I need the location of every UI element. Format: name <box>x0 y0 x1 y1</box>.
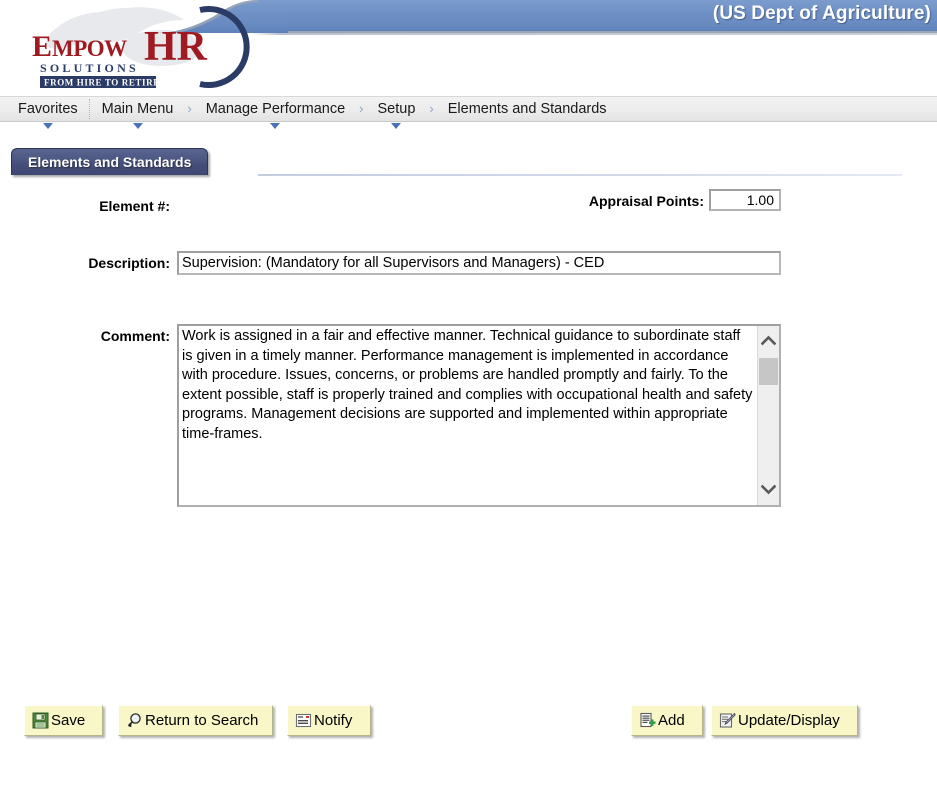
breadcrumb-label: Manage Performance <box>205 101 346 117</box>
chevron-down-icon <box>42 123 53 129</box>
tab-bar: Elements and Standards <box>0 148 937 180</box>
elements-and-standards-form: Element #: Appraisal Points: Description… <box>0 180 937 507</box>
save-button-label: Save <box>51 712 86 729</box>
scroll-up-icon[interactable] <box>758 330 779 350</box>
scroll-down-icon[interactable] <box>758 479 779 499</box>
page-content: Elements and Standards Element #: Apprai… <box>0 148 937 796</box>
empowhr-logo: E MPOW HR SOLUTIONS FROM HIRE TO RETIRE <box>22 2 254 92</box>
update-display-button-label: Update/Display <box>738 712 840 729</box>
breadcrumb-item-setup[interactable]: Setup <box>366 97 428 129</box>
element-number-label: Element #: <box>99 198 170 214</box>
update-display-button[interactable]: Update/Display <box>711 705 858 736</box>
tab-elements-and-standards[interactable]: Elements and Standards <box>11 148 209 175</box>
scroll-thumb[interactable] <box>759 358 778 385</box>
agency-title: (US Dept of Agriculture) <box>712 3 931 24</box>
comment-scrollbar[interactable] <box>757 326 779 505</box>
document-plus-icon <box>639 712 656 729</box>
description-label: Description: <box>88 255 170 271</box>
breadcrumb-separator-icon: › <box>359 101 364 116</box>
breadcrumb: Favorites Main Menu › Manage Performance… <box>0 96 937 129</box>
chevron-down-icon <box>132 123 143 129</box>
page-header: (US Dept of Agriculture) E MPOW HR SOLUT… <box>0 0 937 96</box>
pencil-document-icon <box>719 712 736 729</box>
svg-text:FROM HIRE TO RETIRE: FROM HIRE TO RETIRE <box>44 78 160 88</box>
notify-button-label: Notify <box>314 712 353 729</box>
breadcrumb-label: Setup <box>377 101 416 117</box>
add-button[interactable]: Add <box>631 705 703 736</box>
return-to-search-button-label: Return to Search <box>145 712 259 729</box>
comment-field-wrapper: Work is assigned in a fair and effective… <box>177 324 781 507</box>
svg-text:MPOW: MPOW <box>52 36 127 61</box>
breadcrumb-label: Favorites <box>18 101 78 117</box>
chevron-down-icon <box>391 123 402 129</box>
breadcrumb-separator-icon: › <box>429 101 434 116</box>
breadcrumb-separator-icon: › <box>187 101 192 116</box>
envelope-note-icon <box>295 712 312 729</box>
breadcrumb-item-favorites[interactable]: Favorites <box>6 97 90 129</box>
appraisal-points-input[interactable] <box>709 189 781 211</box>
notify-button[interactable]: Notify <box>287 705 371 736</box>
floppy-disk-icon <box>32 712 49 729</box>
breadcrumb-label: Main Menu <box>101 101 174 117</box>
magnifier-icon <box>126 712 143 729</box>
description-input[interactable] <box>177 251 781 275</box>
add-button-label: Add <box>658 712 685 729</box>
breadcrumb-item-main-menu[interactable]: Main Menu <box>90 97 186 129</box>
action-button-bar: Save Return to Search Notify Add Update/… <box>0 705 937 745</box>
return-to-search-button[interactable]: Return to Search <box>118 705 273 736</box>
breadcrumb-item-elements-and-standards[interactable]: Elements and Standards <box>436 97 619 121</box>
svg-text:HR: HR <box>144 24 208 70</box>
chevron-down-icon <box>270 123 281 129</box>
svg-text:E: E <box>32 30 52 63</box>
breadcrumb-item-manage-performance[interactable]: Manage Performance <box>194 97 357 129</box>
appraisal-points-label: Appraisal Points: <box>588 193 704 209</box>
save-button[interactable]: Save <box>24 705 103 736</box>
breadcrumb-label: Elements and Standards <box>447 101 607 117</box>
tab-underline <box>258 174 902 176</box>
comment-label: Comment: <box>100 328 170 344</box>
svg-text:SOLUTIONS: SOLUTIONS <box>40 61 139 75</box>
comment-textarea[interactable]: Work is assigned in a fair and effective… <box>179 326 757 505</box>
